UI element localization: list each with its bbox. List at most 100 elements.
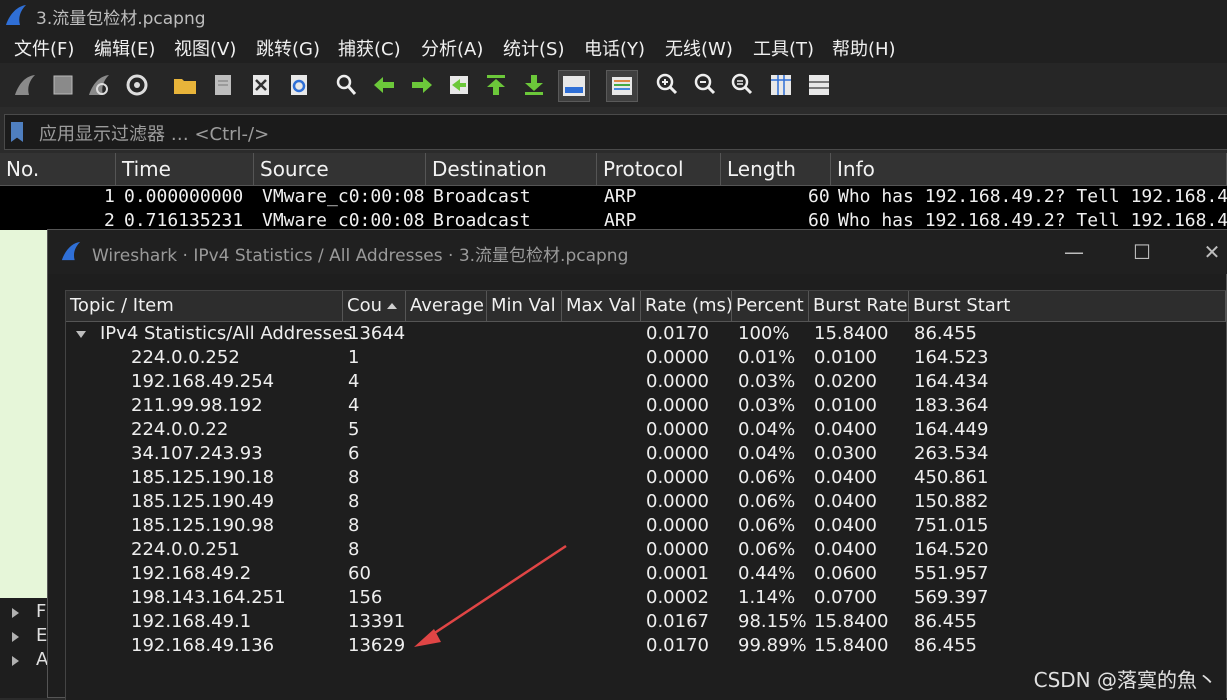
- display-filter-input[interactable]: 应用显示过滤器 … <Ctrl-/>: [39, 120, 269, 146]
- packet-list-column-header[interactable]: Time: [116, 153, 254, 185]
- packet-cell-len: 60: [808, 210, 830, 230]
- wireshark-fin-icon: [6, 5, 26, 25]
- stats-column-header[interactable]: Burst Rate: [809, 291, 909, 321]
- packet-list[interactable]: 1 0.000000000 VMware_c0:00:08 Broadcast ARP 6…: [0, 186, 1227, 230]
- stats-row[interactable]: 192.168.49.1 13391 0.0167 98.15% 15.8400 86.4…: [66, 610, 1226, 634]
- stats-percent: 0.03%: [738, 371, 796, 392]
- close-icon[interactable]: ✕: [1192, 236, 1227, 268]
- menu-item[interactable]: 帮助(H): [832, 35, 896, 61]
- toolbar-button[interactable]: [86, 72, 112, 98]
- stop-square-icon: [53, 75, 73, 95]
- packet-detail-item[interactable]: F: [36, 601, 46, 622]
- toolbar-button[interactable]: [768, 72, 794, 98]
- window-title: 3.流量包检材.pcapng: [36, 9, 206, 29]
- stats-row[interactable]: 34.107.243.93 6 0.0000 0.04% 0.0300 263.534: [66, 442, 1226, 466]
- collapse-arrow-icon[interactable]: [76, 331, 86, 338]
- stats-burst-rate: 0.0100: [814, 395, 877, 416]
- stats-row[interactable]: 211.99.98.192 4 0.0000 0.03% 0.0100 183.364: [66, 394, 1226, 418]
- packet-list-column-header[interactable]: Source: [254, 153, 426, 185]
- stats-burst-rate: 0.0200: [814, 371, 877, 392]
- packet-list-column-header[interactable]: Length: [721, 153, 831, 185]
- packet-row[interactable]: 2 0.716135231 VMware_c0:00:08 Broadcast ARP 6…: [0, 210, 1227, 230]
- stats-row[interactable]: 185.125.190.18 8 0.0000 0.06% 0.0400 450.861: [66, 466, 1226, 490]
- stats-column-header[interactable]: Min Val: [487, 291, 562, 321]
- toolbar-button[interactable]: [172, 72, 198, 98]
- stats-column-header[interactable]: Percent: [732, 291, 809, 321]
- stats-row[interactable]: 185.125.190.49 8 0.0000 0.06% 0.0400 150.882: [66, 490, 1226, 514]
- wireshark-fin-icon: [61, 241, 81, 261]
- stats-percent: 0.06%: [738, 515, 796, 536]
- menu-item[interactable]: 视图(V): [174, 35, 236, 61]
- stats-row[interactable]: 224.0.0.252 1 0.0000 0.01% 0.0100 164.523: [66, 346, 1226, 370]
- toolbar-button[interactable]: [333, 72, 359, 98]
- stats-column-header[interactable]: Topic / Item: [66, 291, 343, 321]
- stats-count: 8: [348, 539, 360, 560]
- stats-row[interactable]: 185.125.190.98 8 0.0000 0.06% 0.0400 751.015: [66, 514, 1226, 538]
- toolbar-button[interactable]: [806, 72, 832, 98]
- toolbar-button[interactable]: [286, 72, 312, 98]
- display-filter-bar[interactable]: 应用显示过滤器 … <Ctrl-/>: [4, 114, 1227, 150]
- toolbar-button[interactable]: [521, 72, 547, 98]
- menu-item[interactable]: 分析(A): [421, 35, 483, 61]
- stats-row[interactable]: 198.143.164.251 156 0.0002 1.14% 0.0700 569.3…: [66, 586, 1226, 610]
- menu-item[interactable]: 电话(Y): [584, 35, 645, 61]
- stats-column-label: Burst Start: [913, 295, 1011, 316]
- stats-column-header[interactable]: Max Val: [562, 291, 641, 321]
- stats-item: 185.125.190.98: [131, 515, 275, 536]
- menu-item[interactable]: 编辑(E): [94, 35, 155, 61]
- stats-count: 6: [348, 443, 360, 464]
- stats-row[interactable]: 224.0.0.251 8 0.0000 0.06% 0.0400 164.520: [66, 538, 1226, 562]
- toolbar-button[interactable]: [124, 72, 150, 98]
- menu-item[interactable]: 工具(T): [753, 35, 814, 61]
- packet-list-column-header[interactable]: Protocol: [597, 153, 721, 185]
- expand-arrow-icon[interactable]: [12, 656, 19, 666]
- stats-column-header[interactable]: Rate (ms): [641, 291, 732, 321]
- stats-percent: 0.04%: [738, 419, 796, 440]
- packet-detail-item[interactable]: E: [36, 625, 47, 646]
- stats-item: 224.0.0.251: [131, 539, 240, 560]
- stats-root-row[interactable]: IPv4 Statistics/All Addresses 13644 0.0170…: [66, 322, 1226, 346]
- menu-item[interactable]: 统计(S): [503, 35, 564, 61]
- arrow-forward-icon: [412, 77, 432, 93]
- stats-row[interactable]: 192.168.49.136 13629 0.0170 99.89% 15.8400 86…: [66, 634, 1226, 658]
- toolbar-button[interactable]: [654, 72, 680, 98]
- stats-column-header[interactable]: Cou: [343, 291, 406, 321]
- toolbar-button[interactable]: [409, 72, 435, 98]
- arrow-back-icon: [374, 77, 394, 93]
- menu-item[interactable]: 捕获(C): [338, 35, 401, 61]
- stats-column-header[interactable]: Burst Start: [909, 291, 1226, 321]
- menu-item[interactable]: 无线(W): [665, 35, 733, 61]
- expand-arrow-icon[interactable]: [12, 608, 19, 618]
- toolbar-button[interactable]: [558, 70, 590, 102]
- menu-item[interactable]: 跳转(G): [256, 35, 320, 61]
- packet-list-column-header[interactable]: Info: [831, 153, 1227, 185]
- toolbar-button[interactable]: [50, 72, 76, 98]
- expand-arrow-icon[interactable]: [12, 632, 19, 642]
- stats-item: 192.168.49.1: [131, 611, 252, 632]
- statistics-tree[interactable]: Topic / Item Cou Average Min Val Max Val Rate…: [65, 290, 1226, 700]
- bookmark-icon[interactable]: [11, 122, 23, 142]
- stats-row[interactable]: 192.168.49.2 60 0.0001 0.44% 0.0600 551.957: [66, 562, 1226, 586]
- toolbar-button[interactable]: [371, 72, 397, 98]
- toolbar-button[interactable]: [606, 70, 638, 102]
- toolbar-button[interactable]: [248, 72, 274, 98]
- toolbar-button[interactable]: [483, 72, 509, 98]
- stats-row[interactable]: 192.168.49.254 4 0.0000 0.03% 0.0200 164.434: [66, 370, 1226, 394]
- toolbar-button[interactable]: [729, 72, 755, 98]
- toolbar-button[interactable]: [12, 72, 38, 98]
- packet-details-pane[interactable]: FEA: [0, 598, 48, 698]
- toolbar-button[interactable]: [446, 72, 472, 98]
- toolbar-button[interactable]: [692, 72, 718, 98]
- packet-list-column-header[interactable]: No.: [0, 153, 116, 185]
- minimize-icon[interactable]: —: [1054, 236, 1094, 268]
- stats-row[interactable]: 224.0.0.22 5 0.0000 0.04% 0.0400 164.449: [66, 418, 1226, 442]
- stats-column-header[interactable]: Average: [406, 291, 487, 321]
- packet-row[interactable]: 1 0.000000000 VMware_c0:00:08 Broadcast ARP 6…: [0, 186, 1227, 210]
- menu-item[interactable]: 文件(F): [14, 35, 74, 61]
- maximize-icon[interactable]: ☐: [1122, 236, 1162, 268]
- toolbar-button[interactable]: [210, 72, 236, 98]
- packet-list-column-header[interactable]: Destination: [426, 153, 597, 185]
- stats-item: 192.168.49.2: [131, 563, 252, 584]
- stats-count: 5: [348, 419, 360, 440]
- zoom-reset-icon: [731, 73, 753, 95]
